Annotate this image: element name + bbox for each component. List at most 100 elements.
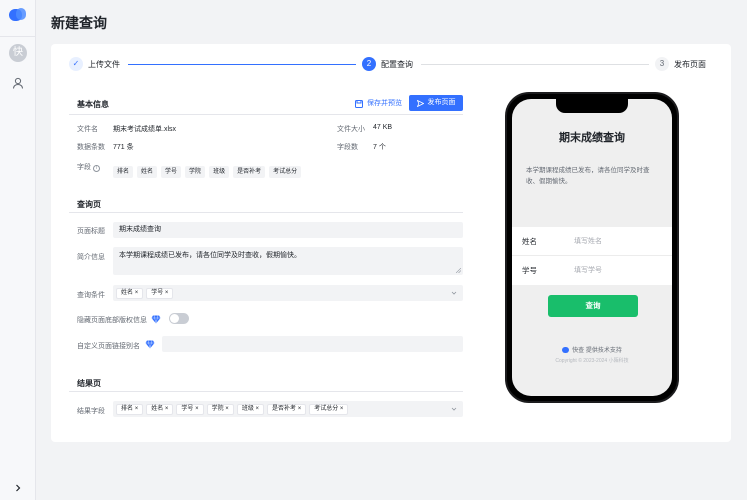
app-logo-icon — [562, 347, 570, 353]
rows-value: 771 条 — [113, 144, 134, 151]
hide-footer-label: 隐藏页面底部版权信息 — [77, 317, 147, 324]
step-1-label[interactable]: 上传文件 — [88, 59, 120, 70]
preview-title: 期末成绩查询 — [559, 132, 625, 144]
info-icon[interactable]: i — [92, 165, 100, 172]
intro-field-label: 简介信息 — [77, 254, 105, 261]
result-field-tag-label: 考试总分 — [314, 405, 339, 412]
page-title: 新建查询 — [51, 15, 107, 31]
condition-tag[interactable]: 姓名 × — [116, 287, 144, 299]
section-title-query: 查询页 — [77, 200, 101, 209]
premium-gem-icon — [145, 340, 155, 349]
divider — [69, 212, 463, 213]
condition-tag-label: 学号 — [151, 289, 164, 296]
conditions-select[interactable]: 姓名 × 学号 × — [113, 285, 463, 301]
page-title-field-label: 页面标题 — [77, 228, 105, 235]
result-field-tag[interactable]: 学号 × — [176, 403, 204, 415]
file-name-value: 期末考试成绩单.xlsx — [113, 126, 176, 133]
result-field-tag[interactable]: 是否补考 × — [267, 403, 307, 415]
intro-textarea[interactable]: 本学期课程成绩已发布，请各位同学及时查收，假期愉快。 — [113, 247, 463, 275]
remove-tag-icon[interactable]: × — [135, 290, 139, 296]
fields-count-label: 字段数 — [337, 144, 358, 151]
result-field-tag[interactable]: 考试总分 × — [309, 403, 349, 415]
premium-gem-icon — [151, 315, 161, 324]
preview-name-input[interactable]: 填写姓名 — [574, 236, 602, 246]
preview-copyright: Copyright © 2023-2024 小陌科技 — [555, 358, 629, 364]
avatar[interactable]: 快 — [9, 44, 27, 62]
save-icon — [355, 100, 363, 108]
phone-preview: 期末成绩查询 本学期课程成绩已发布，请各位同学及时查收、假期愉快。 姓名 填写姓… — [505, 92, 679, 403]
app-logo[interactable] — [9, 8, 27, 22]
step-connector — [421, 64, 649, 65]
resize-handle-icon[interactable] — [456, 268, 461, 273]
conditions-field-label: 查询条件 — [77, 292, 105, 299]
sidebar-divider — [0, 36, 36, 37]
condition-tag[interactable]: 学号 × — [146, 287, 174, 299]
step-2-number: 2 — [362, 57, 376, 71]
sidebar: 快 — [0, 0, 36, 500]
step-2-label: 配置查询 — [381, 60, 413, 69]
result-field-tag-label: 学号 — [181, 405, 194, 412]
result-field-tag[interactable]: 班级 × — [236, 403, 265, 415]
remove-tag-icon[interactable]: × — [225, 406, 229, 412]
alias-label: 自定义页面链接别名 — [77, 343, 140, 350]
fields-count-value: 7 个 — [373, 144, 386, 151]
phone-notch — [556, 99, 628, 113]
preview-form: 姓名 填写姓名 学号 填写学号 — [512, 227, 672, 285]
field-tag: 班级 — [209, 166, 230, 178]
expand-sidebar-icon[interactable] — [11, 481, 25, 495]
preview-description: 本学期课程成绩已发布，请各位同学及时查收、假期愉快。 — [526, 167, 650, 185]
alias-input[interactable] — [162, 336, 463, 352]
result-field-tag[interactable]: 学院 × — [206, 403, 234, 415]
result-fields-label: 结果字段 — [77, 408, 105, 415]
divider — [69, 114, 463, 115]
toggle-knob — [170, 314, 179, 323]
fields-tag-list: 排名 姓名 学号 学院 班级 是否补考 考试总分 — [113, 160, 305, 178]
result-field-tag-label: 是否补考 — [272, 405, 297, 412]
save-preview-label: 保存并预览 — [367, 100, 402, 107]
page-title-input[interactable]: 期末成绩查询 — [113, 222, 463, 238]
preview-id-row: 学号 填写学号 — [512, 256, 672, 285]
preview-id-label: 学号 — [522, 266, 537, 275]
hide-footer-toggle[interactable] — [169, 313, 189, 324]
preview-query-button[interactable]: 查询 — [548, 295, 638, 317]
remove-tag-icon[interactable]: × — [256, 406, 260, 412]
step-3-label: 发布页面 — [674, 60, 706, 69]
publish-button[interactable]: 发布页面 — [409, 95, 463, 111]
step-1-check-icon[interactable]: ✓ — [69, 57, 83, 71]
field-tag: 考试总分 — [269, 166, 302, 178]
save-preview-button[interactable]: 保存并预览 — [351, 96, 406, 112]
section-title-basic: 基本信息 — [77, 100, 109, 109]
remove-tag-icon[interactable]: × — [165, 290, 169, 296]
file-size-label: 文件大小 — [337, 126, 365, 133]
remove-tag-icon[interactable]: × — [340, 406, 344, 412]
remove-tag-icon[interactable]: × — [195, 406, 199, 412]
preview-name-row: 姓名 填写姓名 — [512, 227, 672, 256]
condition-tag-label: 姓名 — [121, 289, 134, 296]
preview-id-input[interactable]: 填写学号 — [574, 265, 602, 275]
file-size-value: 47 KB — [373, 124, 393, 131]
result-field-tag[interactable]: 姓名 × — [146, 403, 174, 415]
remove-tag-icon[interactable]: × — [165, 406, 169, 412]
phone-screen: 期末成绩查询 本学期课程成绩已发布，请各位同学及时查收、假期愉快。 姓名 填写姓… — [512, 99, 672, 396]
file-name-label: 文件名 — [77, 126, 98, 133]
result-fields-select[interactable]: 排名 × 姓名 × 学号 × 学院 × 班级 × 是否补考 × 考试总分 × — [113, 401, 463, 417]
preview-name-label: 姓名 — [522, 237, 537, 246]
field-tag: 学院 — [185, 166, 206, 178]
section-title-result: 结果页 — [77, 379, 101, 388]
field-tag: 是否补考 — [233, 166, 266, 178]
stepper: ✓ 上传文件 2 配置查询 3 发布页面 — [51, 44, 731, 88]
result-field-tag-label: 班级 — [241, 405, 254, 412]
chevron-down-icon — [451, 407, 457, 411]
field-tag: 学号 — [161, 166, 182, 178]
step-3-number: 3 — [655, 57, 669, 71]
send-icon — [416, 99, 424, 107]
result-field-tag[interactable]: 排名 × — [116, 403, 144, 415]
preview-footer: 快查 提供技术支持 — [512, 345, 672, 354]
remove-tag-icon[interactable]: × — [298, 406, 302, 412]
preview-footer-text: 快查 提供技术支持 — [572, 348, 622, 354]
user-icon[interactable] — [11, 76, 25, 90]
remove-tag-icon[interactable]: × — [135, 406, 139, 412]
fields-label-text: 字段 — [77, 164, 91, 171]
field-tag: 排名 — [113, 166, 134, 178]
result-field-tag-label: 学院 — [211, 405, 224, 412]
